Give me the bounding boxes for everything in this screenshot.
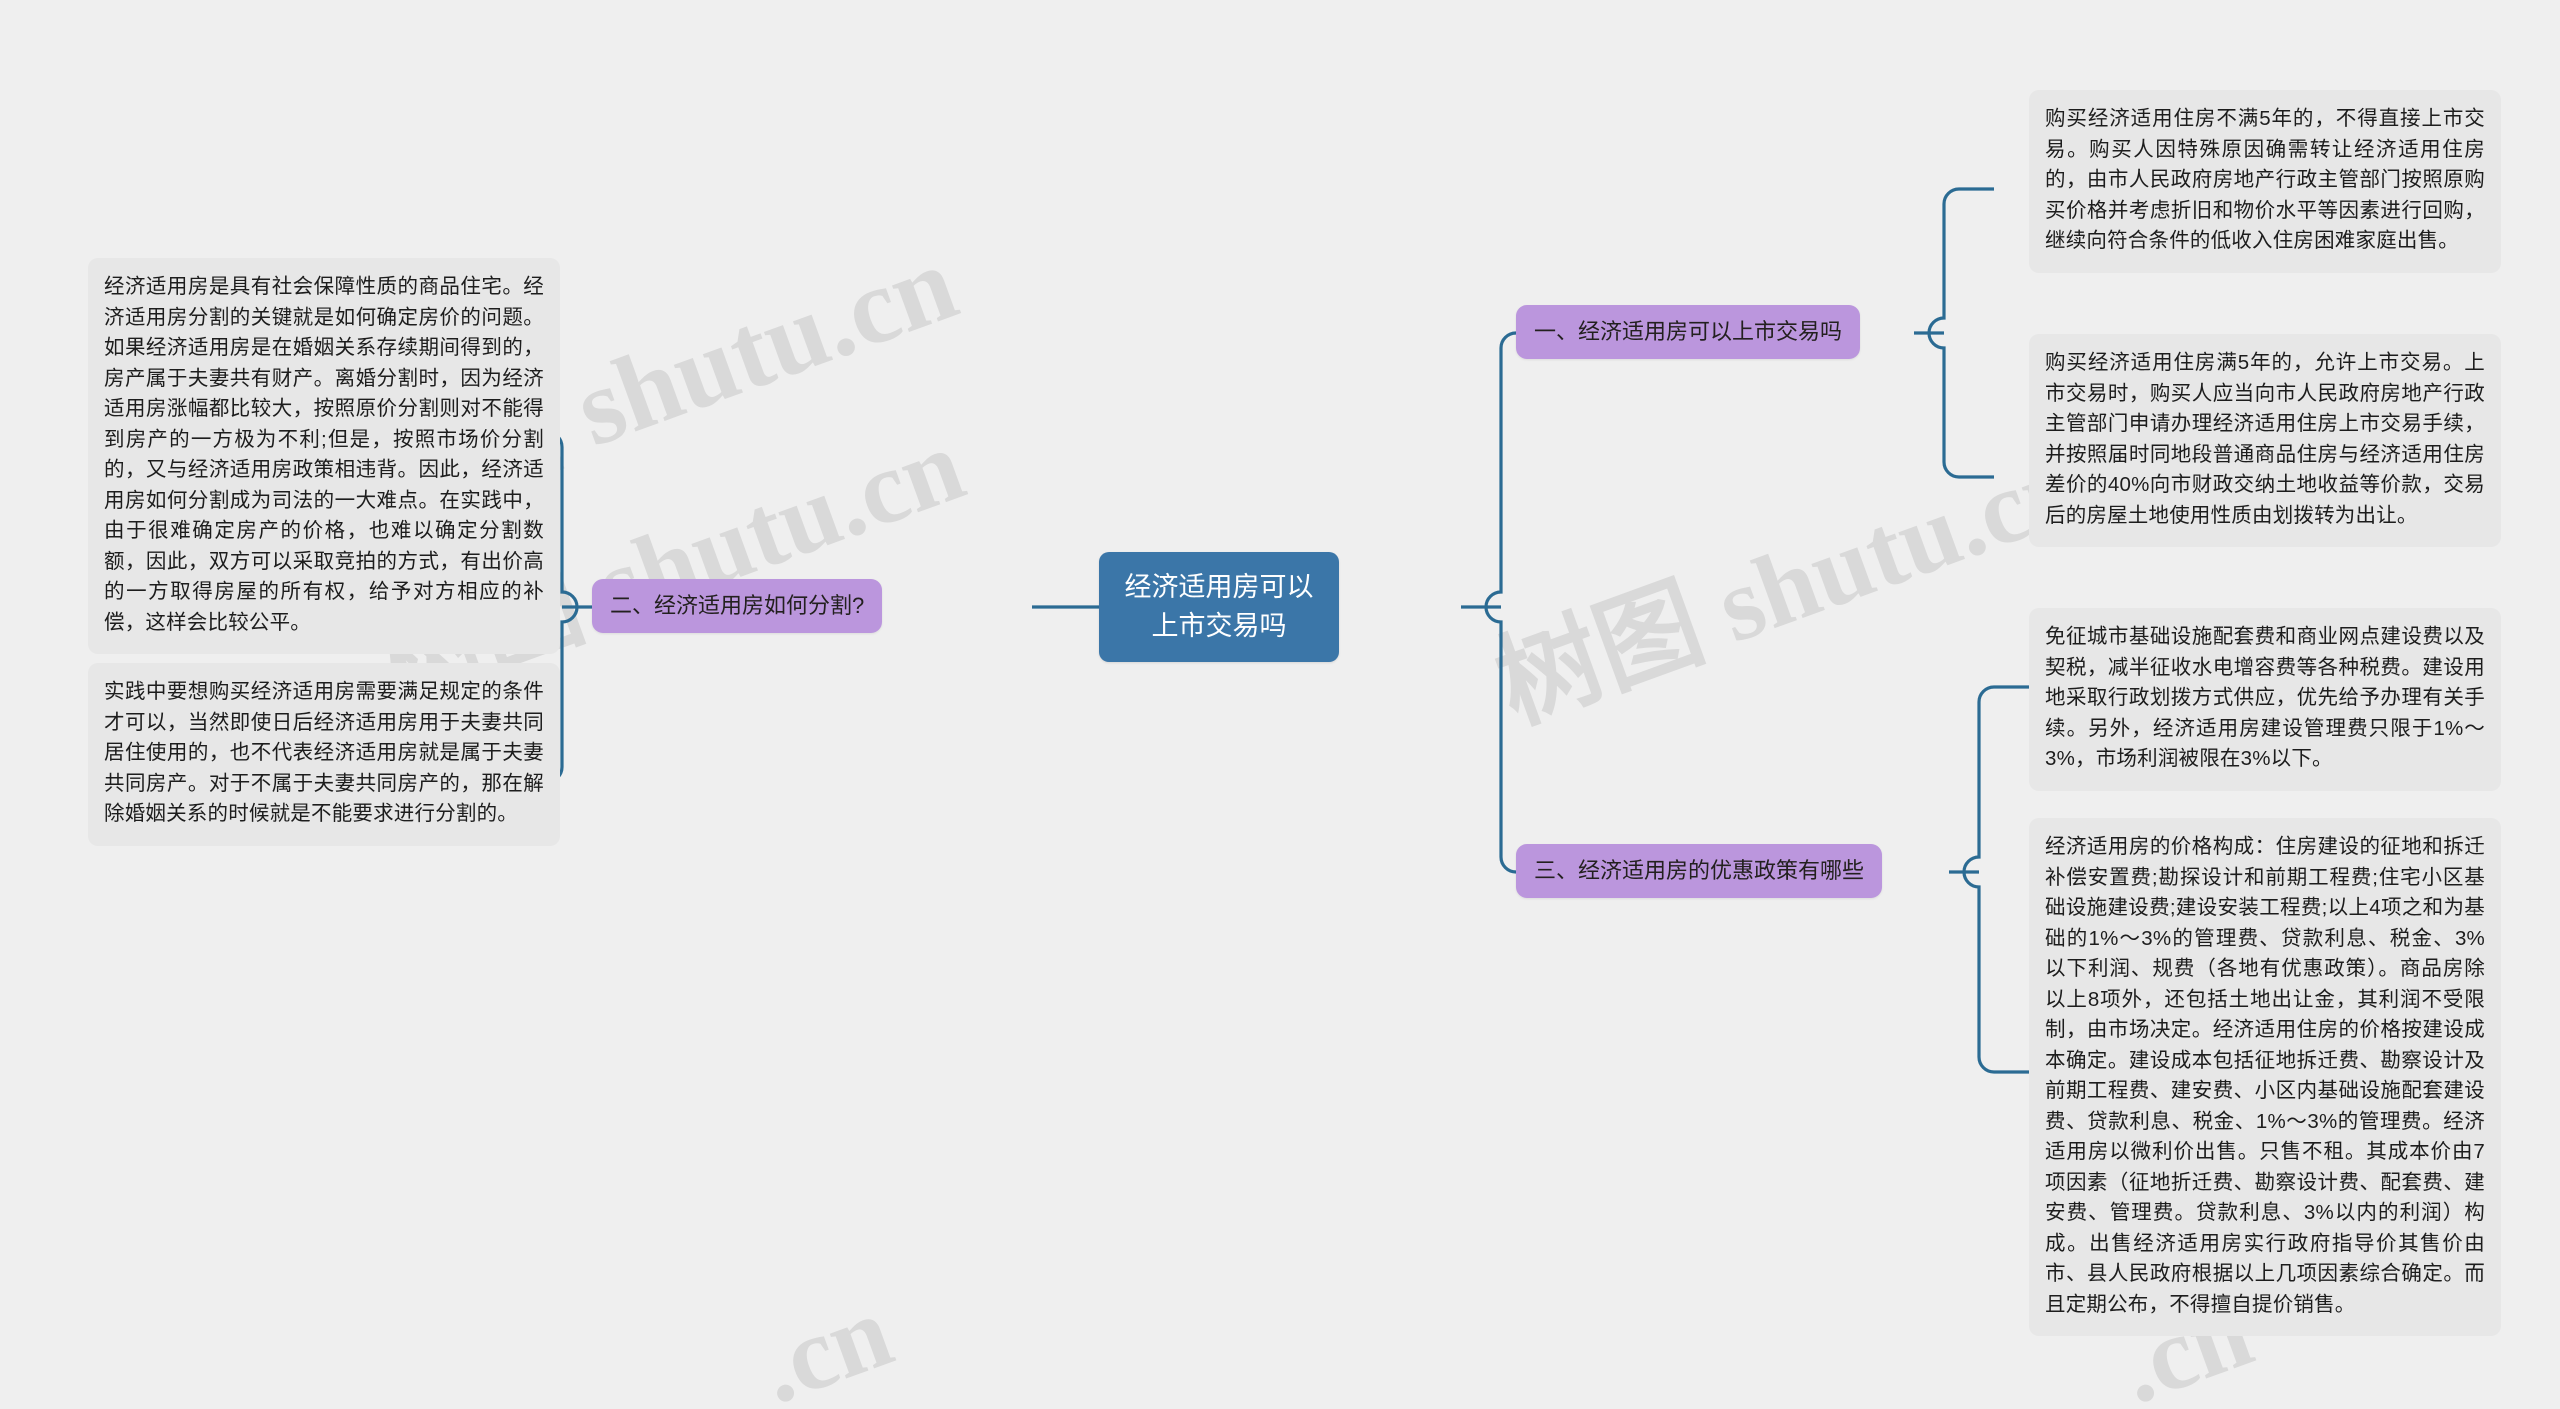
leaf-node-3-1-text: 免征城市基础设施配套费和商业网点建设费以及契税，减半征收水电增容费等各种税费。建… [2045,625,2485,770]
leaf-node-1-1-text: 购买经济适用住房不满5年的，不得直接上市交易。购买人因特殊原因确需转让经济适用住… [2045,107,2485,252]
branch-node-1-label: 一、经济适用房可以上市交易吗 [1534,319,1843,344]
branch-node-1[interactable]: 一、经济适用房可以上市交易吗 [1516,305,1861,359]
leaf-node-3-2-text: 经济适用房的价格构成：住房建设的征地和拆迁补偿安置费;勘探设计和前期工程费;住宅… [2045,835,2485,1316]
leaf-node-2-2-text: 实践中要想购买经济适用房需要满足规定的条件才可以，当然即使日后经济适用房用于夫妻… [104,680,544,825]
watermark: 树图 shutu.cn [1482,427,2098,745]
branch-node-3[interactable]: 三、经济适用房的优惠政策有哪些 [1516,844,1883,898]
mindmap-canvas: 树图 shutu.cn 树图 shutu.cn 树图 shutu.cn .cn … [0,0,2560,1409]
leaf-node-3-2[interactable]: 经济适用房的价格构成：住房建设的征地和拆迁补偿安置费;勘探设计和前期工程费;住宅… [2029,818,2501,1336]
branch-node-3-label: 三、经济适用房的优惠政策有哪些 [1534,858,1865,883]
leaf-node-1-2[interactable]: 购买经济适用住房满5年的，允许上市交易。上市交易时，购买人应当向市人民政府房地产… [2029,334,2501,547]
leaf-node-3-1[interactable]: 免征城市基础设施配套费和商业网点建设费以及契税，减半征收水电增容费等各种税费。建… [2029,608,2501,791]
leaf-node-2-2[interactable]: 实践中要想购买经济适用房需要满足规定的条件才可以，当然即使日后经济适用房用于夫妻… [88,663,560,846]
root-node[interactable]: 经济适用房可以上市交易吗 [1099,552,1339,662]
leaf-node-1-1[interactable]: 购买经济适用住房不满5年的，不得直接上市交易。购买人因特殊原因确需转让经济适用住… [2029,90,2501,273]
branch-node-2[interactable]: 二、经济适用房如何分割? [592,579,883,633]
watermark: .cn [744,1273,906,1409]
leaf-node-2-1-text: 经济适用房是具有社会保障性质的商品住宅。经济适用房分割的关键就是如何确定房价的问… [104,275,544,634]
root-node-label: 经济适用房可以上市交易吗 [1124,572,1314,641]
branch-node-2-label: 二、经济适用房如何分割? [610,593,865,618]
leaf-node-2-1[interactable]: 经济适用房是具有社会保障性质的商品住宅。经济适用房分割的关键就是如何确定房价的问… [88,258,560,654]
leaf-node-1-2-text: 购买经济适用住房满5年的，允许上市交易。上市交易时，购买人应当向市人民政府房地产… [2045,351,2485,527]
